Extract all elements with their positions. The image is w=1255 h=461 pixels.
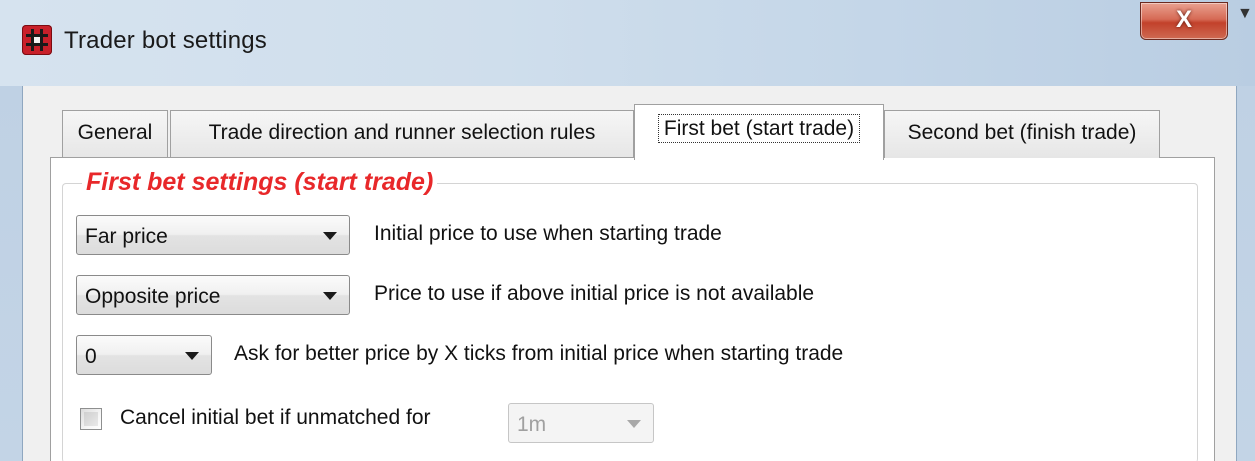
grid-app-icon xyxy=(22,25,52,55)
cancel-unmatched-checkbox[interactable] xyxy=(80,408,102,430)
tab-label: Second bet (finish trade) xyxy=(907,121,1137,144)
tab-general[interactable]: General xyxy=(62,110,168,158)
fallback-price-label: Price to use if above initial price is n… xyxy=(374,282,815,305)
tab-label: General xyxy=(77,121,153,144)
tab-trade-direction[interactable]: Trade direction and runner selection rul… xyxy=(170,110,634,158)
close-button[interactable]: X xyxy=(1140,2,1228,40)
cancel-duration-dropdown[interactable]: 1m xyxy=(508,403,654,443)
chevron-down-icon xyxy=(323,232,337,240)
tab-second-bet[interactable]: Second bet (finish trade) xyxy=(884,110,1160,158)
window-title: Trader bot settings xyxy=(64,27,268,54)
chevron-down-icon xyxy=(627,420,641,428)
group-title: First bet settings (start trade) xyxy=(82,168,438,197)
chevron-down-icon xyxy=(185,352,199,360)
close-icon: X xyxy=(1175,6,1192,33)
settings-window: Trader bot settings X General Trade dire… xyxy=(0,0,1255,461)
fallback-price-value: Opposite price xyxy=(85,285,221,308)
cancel-unmatched-label: Cancel initial bet if unmatched for xyxy=(120,406,431,429)
chevron-down-icon: ▼ xyxy=(1237,5,1253,22)
tab-first-bet[interactable]: First bet (start trade) xyxy=(634,104,884,160)
title-bar[interactable]: Trader bot settings X xyxy=(0,0,1255,86)
better-price-ticks-value: 0 xyxy=(85,345,97,368)
initial-price-value: Far price xyxy=(85,225,168,248)
initial-price-dropdown[interactable]: Far price xyxy=(76,215,350,255)
chevron-down-icon xyxy=(323,292,337,300)
fallback-price-dropdown[interactable]: Opposite price xyxy=(76,275,350,315)
better-price-ticks-label: Ask for better price by X ticks from ini… xyxy=(234,342,844,365)
tab-label: First bet (start trade) xyxy=(657,114,861,143)
cancel-duration-value: 1m xyxy=(517,413,547,436)
initial-price-label: Initial price to use when starting trade xyxy=(374,222,722,245)
better-price-ticks-dropdown[interactable]: 0 xyxy=(76,335,212,375)
tab-label: Trade direction and runner selection rul… xyxy=(208,121,596,144)
